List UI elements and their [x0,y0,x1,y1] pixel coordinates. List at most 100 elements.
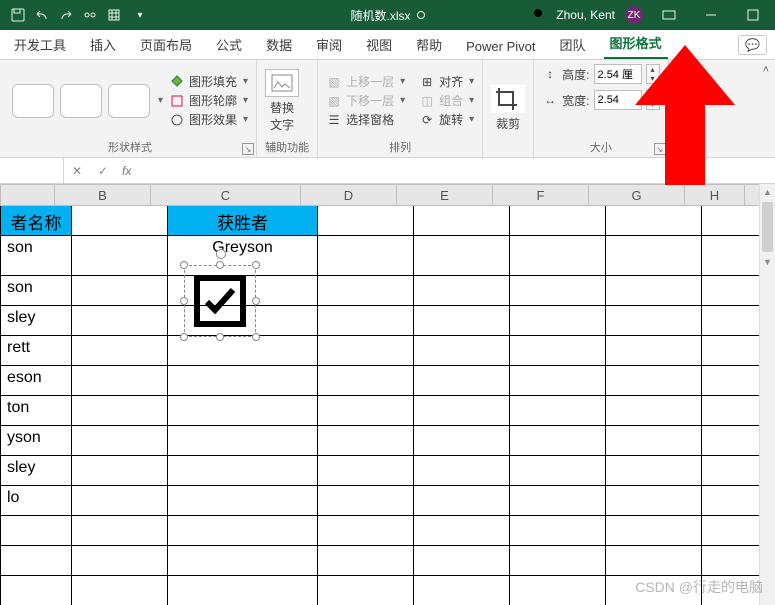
resize-handle-e[interactable] [252,297,260,305]
shape-style-gallery-more[interactable]: ▾ [158,95,163,106]
formula-input[interactable] [137,158,775,183]
cell[interactable] [702,336,762,366]
cell[interactable] [414,236,510,276]
cell[interactable] [72,336,168,366]
shape-effects-button[interactable]: 图形效果▾ [169,111,248,128]
cell[interactable] [702,306,762,336]
shape-styles-launcher[interactable]: ↘ [242,143,254,155]
cell[interactable] [72,366,168,396]
cell[interactable] [414,366,510,396]
cell[interactable] [702,456,762,486]
selection-pane-button[interactable]: ☰选择窗格 [326,111,405,128]
cell[interactable] [0,516,72,546]
cell[interactable] [510,396,606,426]
cell[interactable] [510,236,606,276]
cell[interactable] [72,396,168,426]
cell[interactable]: lo [0,486,72,516]
cell[interactable] [168,546,318,576]
cell[interactable] [702,426,762,456]
cell[interactable] [72,576,168,605]
cell[interactable] [702,276,762,306]
size-launcher[interactable]: ↘ [654,143,666,155]
cell[interactable] [414,306,510,336]
scroll-down-icon[interactable]: ▼ [760,254,775,270]
cell[interactable] [318,546,414,576]
cell[interactable] [72,206,168,236]
cell[interactable] [168,516,318,546]
tab-help[interactable]: 帮助 [410,29,448,59]
col-header-C[interactable]: C [151,184,301,206]
cell[interactable] [168,426,318,456]
cell[interactable] [168,576,318,605]
maximize-button[interactable] [737,0,769,30]
cell[interactable] [318,576,414,605]
resize-handle-sw[interactable] [180,333,188,341]
cell[interactable] [606,306,702,336]
cell[interactable] [702,486,762,516]
col-header-F[interactable]: F [493,184,589,206]
cell[interactable] [606,516,702,546]
select-all-corner[interactable] [0,184,55,206]
tab-power-pivot[interactable]: Power Pivot [460,33,541,59]
cell[interactable] [702,206,762,236]
cell[interactable]: eson [0,366,72,396]
resize-handle-ne[interactable] [252,261,260,269]
cell[interactable] [414,576,510,605]
cell[interactable] [72,276,168,306]
scroll-thumb[interactable] [762,202,773,252]
cancel-formula-icon[interactable]: ✕ [64,164,90,178]
cell[interactable] [72,546,168,576]
height-input[interactable] [594,64,642,84]
send-backward-button[interactable]: ▧下移一层▾ [326,92,405,109]
height-control[interactable]: ↕ 高度: ▴▾ [542,64,659,84]
shape-outline-button[interactable]: 图形轮廓▾ [169,92,248,109]
cell[interactable] [72,236,168,276]
cell[interactable] [510,426,606,456]
cell[interactable] [318,516,414,546]
cell[interactable] [318,486,414,516]
col-header-E[interactable]: E [397,184,493,206]
cell[interactable] [606,456,702,486]
cell[interactable] [510,276,606,306]
tab-developer[interactable]: 开发工具 [8,29,72,59]
checkbox-shape[interactable] [194,275,246,327]
cell[interactable] [168,366,318,396]
fx-icon[interactable]: fx [122,164,131,178]
tab-review[interactable]: 审阅 [310,29,348,59]
cell[interactable] [414,516,510,546]
cell[interactable] [72,306,168,336]
width-input[interactable] [594,90,642,110]
minimize-button[interactable] [695,0,727,30]
comments-button[interactable]: 💬 [738,35,767,55]
cell[interactable] [510,516,606,546]
header-cell-winner[interactable]: 获胜者 [168,206,318,236]
cell[interactable]: son [0,276,72,306]
cell[interactable] [510,366,606,396]
cell[interactable] [702,516,762,546]
col-header-H[interactable]: H [685,184,745,206]
rotate-handle[interactable] [216,249,226,259]
cell[interactable]: rett [0,336,72,366]
cell[interactable] [702,366,762,396]
cell[interactable] [414,486,510,516]
cell[interactable] [702,236,762,276]
cell[interactable] [414,426,510,456]
cell[interactable]: sley [0,306,72,336]
cell[interactable]: ton [0,396,72,426]
tab-shape-format[interactable]: 图形格式 [604,27,668,59]
resize-handle-w[interactable] [180,297,188,305]
alt-text-button[interactable]: 替换 文字 [265,69,299,133]
cell[interactable] [510,576,606,605]
cell[interactable] [414,276,510,306]
resize-handle-s[interactable] [216,333,224,341]
cell[interactable] [168,486,318,516]
cell[interactable] [606,276,702,306]
header-cell-name[interactable]: 者名称 [0,206,72,236]
cell[interactable] [606,336,702,366]
cell[interactable] [414,456,510,486]
tab-page-layout[interactable]: 页面布局 [134,29,198,59]
cell[interactable] [168,456,318,486]
vertical-scrollbar[interactable]: ▲ ▼ [759,184,775,605]
search-icon[interactable] [532,7,546,24]
width-control[interactable]: ↔ 宽度: ▴▾ [542,90,659,110]
